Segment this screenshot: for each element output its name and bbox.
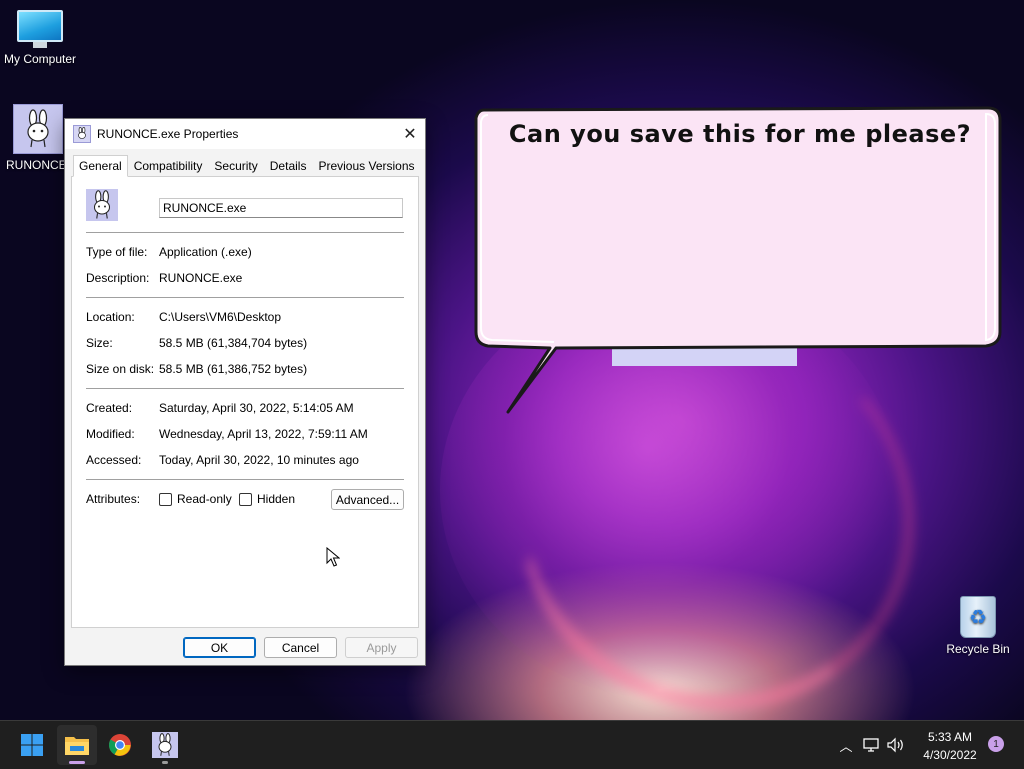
tab-compatibility[interactable]: Compatibility [128, 155, 209, 176]
taskbar-chrome[interactable] [100, 725, 140, 765]
active-indicator [69, 761, 85, 764]
bunny-icon [13, 104, 63, 154]
desktop-icon-my-computer[interactable]: My Computer [2, 10, 78, 66]
properties-window: RUNONCE.exe Properties ✕ General Compati… [64, 118, 426, 666]
close-button[interactable]: ✕ [395, 119, 425, 149]
modified-label: Modified: [86, 427, 135, 441]
location-value: C:\Users\VM6\Desktop [159, 310, 282, 324]
size-on-disk-label: Size on disk: [86, 362, 155, 376]
windows-start-icon [21, 734, 43, 756]
bunny-icon [73, 125, 91, 143]
apply-button[interactable]: Apply [345, 637, 418, 658]
monitor-icon [2, 10, 78, 48]
created-value: Saturday, April 30, 2022, 5:14:05 AM [159, 401, 354, 415]
mouse-cursor-icon [326, 547, 340, 567]
taskbar-runonce[interactable] [145, 725, 185, 765]
window-title: RUNONCE.exe Properties [97, 127, 239, 141]
description-value: RUNONCE.exe [159, 271, 243, 285]
running-indicator [162, 761, 168, 764]
accessed-label: Accessed: [86, 453, 142, 467]
notification-badge[interactable]: 1 [988, 736, 1004, 752]
ok-button[interactable]: OK [183, 637, 256, 658]
hidden-label: Hidden [257, 492, 296, 506]
hidden-checkbox[interactable]: Hidden [239, 492, 295, 506]
size-label: Size: [86, 336, 113, 350]
clock-date: 4/30/2022 [923, 748, 977, 762]
taskbar: ︿ 5:33 AM 4/30/2022 [0, 720, 1024, 769]
title-bar[interactable]: RUNONCE.exe Properties ✕ [65, 119, 425, 149]
readonly-checkbox[interactable]: Read-only [159, 492, 232, 506]
recycle-bin-icon: ♻ [960, 596, 996, 638]
readonly-label: Read-only [177, 492, 232, 506]
divider [86, 388, 404, 389]
advanced-button[interactable]: Advanced... [331, 489, 404, 510]
file-name-input[interactable] [159, 198, 403, 218]
checkbox-box[interactable] [159, 492, 172, 506]
volume-icon[interactable] [886, 737, 906, 753]
tab-bar: General Compatibility Security Details P… [65, 149, 425, 177]
bunny-icon [86, 189, 118, 221]
clock[interactable]: 5:33 AM 4/30/2022 [914, 728, 986, 764]
system-tray: ︿ [836, 721, 906, 769]
start-button[interactable] [12, 725, 52, 765]
tab-general[interactable]: General [73, 155, 128, 177]
created-label: Created: [86, 401, 133, 415]
chevron-up-icon[interactable]: ︿ [836, 736, 856, 755]
divider [86, 479, 404, 480]
clock-time: 5:33 AM [927, 730, 973, 744]
cancel-button[interactable]: Cancel [264, 637, 337, 658]
attributes-label: Attributes: [86, 492, 141, 506]
checkbox-box[interactable] [239, 492, 252, 506]
size-on-disk-value: 58.5 MB (61,386,752 bytes) [159, 362, 308, 376]
desktop-icon-label: My Computer [3, 52, 77, 66]
description-label: Description: [86, 271, 150, 285]
tab-details[interactable]: Details [264, 155, 313, 176]
desktop-icon-label: Recycle Bin [946, 642, 1010, 656]
network-icon[interactable] [862, 737, 882, 753]
type-value: Application (.exe) [159, 245, 252, 259]
modified-value: Wednesday, April 13, 2022, 7:59:11 AM [159, 427, 368, 441]
tab-security[interactable]: Security [208, 155, 263, 176]
speech-bubble [474, 106, 1002, 414]
divider [86, 297, 404, 298]
general-panel: Type of file: Application (.exe) Descrip… [71, 176, 419, 628]
taskbar-file-explorer[interactable] [57, 725, 97, 765]
divider [86, 232, 404, 233]
accessed-value: Today, April 30, 2022, 10 minutes ago [159, 453, 359, 467]
chrome-icon [109, 734, 131, 756]
file-explorer-icon [65, 737, 89, 755]
location-label: Location: [86, 310, 135, 324]
size-value: 58.5 MB (61,384,704 bytes) [159, 336, 308, 350]
type-label: Type of file: [86, 245, 148, 259]
runonce-app-icon [152, 732, 178, 758]
desktop-icon-recycle-bin[interactable]: ♻ Recycle Bin [940, 596, 1016, 656]
tab-previous-versions[interactable]: Previous Versions [312, 155, 420, 176]
speech-bubble-text: Can you save this for me please? [508, 120, 972, 148]
